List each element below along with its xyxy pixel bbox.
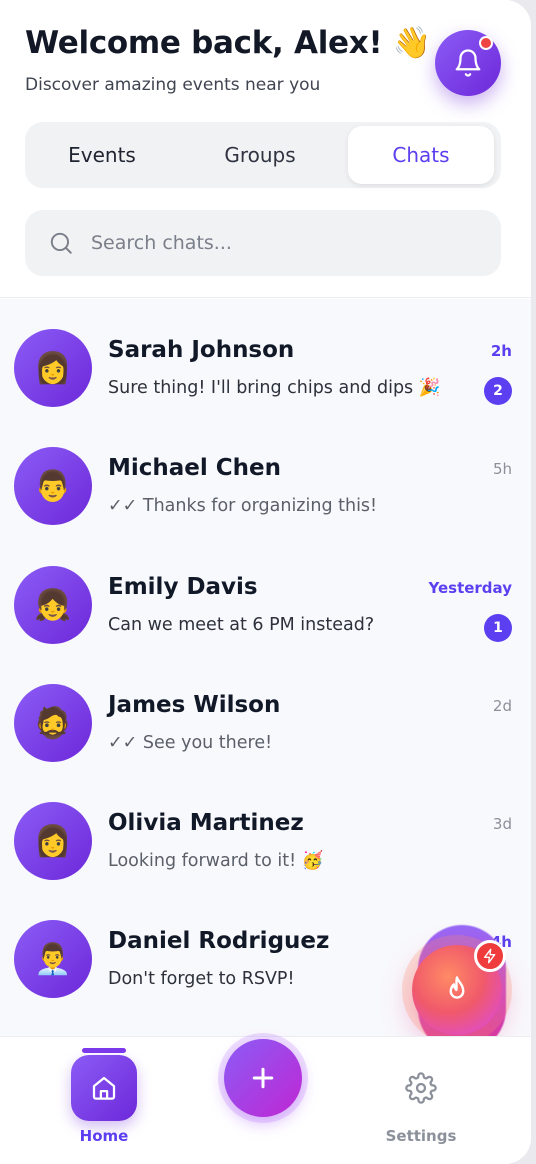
chat-time: 5h [492, 460, 512, 478]
notification-dot [479, 36, 493, 50]
nav-home-button[interactable] [71, 1055, 137, 1121]
search-icon [50, 232, 72, 254]
avatar: 👧 [14, 566, 92, 644]
active-indicator [82, 1048, 126, 1053]
avatar: 👨‍💼 [14, 920, 92, 998]
bottom-navigation: Home Settings [0, 1033, 531, 1164]
chat-last-message: Can we meet at 6 PM instead? [108, 615, 375, 635]
page-title: Welcome back, Alex! 👋 [25, 25, 432, 61]
chat-time: 2h [490, 342, 512, 360]
page-subtitle: Discover amazing events near you [25, 75, 321, 95]
avatar: 🧔 [14, 684, 92, 762]
avatar: 👨 [14, 447, 92, 525]
tab-events[interactable]: Events [29, 126, 175, 184]
flame-icon [449, 976, 465, 999]
avatar: 👩 [14, 802, 92, 880]
gear-icon[interactable] [405, 1072, 437, 1104]
unread-badge: 2 [484, 377, 512, 405]
header: Welcome back, Alex! 👋 Discover amazing e… [0, 0, 531, 298]
chat-name: Emily Davis [108, 574, 258, 600]
plus-icon [252, 1067, 274, 1089]
chat-name: Sarah Johnson [108, 337, 295, 363]
chat-time: 2d [492, 697, 512, 715]
nav-settings-label[interactable]: Settings [380, 1127, 462, 1145]
home-icon [92, 1076, 116, 1100]
lightning-icon [484, 948, 496, 964]
chat-row[interactable]: 👩 Olivia Martinez Looking forward to it!… [0, 772, 531, 890]
chat-row[interactable]: 👨 Michael Chen ✓✓ Thanks for organizing … [0, 417, 531, 535]
chat-name: James Wilson [108, 692, 281, 718]
segment-tabs: Events Groups Chats [25, 122, 501, 188]
nav-home-label[interactable]: Home [71, 1127, 137, 1145]
chat-row[interactable]: 👩 Sarah Johnson Sure thing! I'll bring c… [0, 299, 531, 417]
chat-last-message: Looking forward to it! 🥳 [108, 851, 324, 871]
lightning-badge [474, 940, 506, 972]
notifications-button[interactable] [435, 30, 501, 96]
chat-last-message: Don't forget to RSVP! [108, 969, 295, 989]
chat-time: Yesterday [428, 579, 512, 597]
avatar: 👩 [14, 329, 92, 407]
chat-row[interactable]: 👧 Emily Davis Can we meet at 6 PM instea… [0, 536, 531, 654]
chat-row[interactable]: 🧔 James Wilson ✓✓ See you there! 2d [0, 654, 531, 772]
chat-screen: Welcome back, Alex! 👋 Discover amazing e… [0, 0, 531, 1164]
search-input[interactable] [91, 210, 471, 276]
search-bar [25, 210, 501, 276]
bell-icon [455, 49, 481, 77]
chat-last-message: Sure thing! I'll bring chips and dips 🎉 [108, 378, 441, 398]
chat-name: Michael Chen [108, 455, 282, 481]
add-button[interactable] [224, 1039, 302, 1117]
chat-name: Olivia Martinez [108, 810, 304, 836]
chat-last-message: ✓✓ See you there! [108, 733, 273, 753]
unread-badge: 1 [484, 614, 512, 642]
chat-last-message: ✓✓ Thanks for organizing this! [108, 496, 378, 516]
tab-groups[interactable]: Groups [187, 126, 333, 184]
chat-time: 3d [492, 815, 512, 833]
tab-chats[interactable]: Chats [348, 126, 494, 184]
chat-name: Daniel Rodriguez [108, 928, 330, 954]
